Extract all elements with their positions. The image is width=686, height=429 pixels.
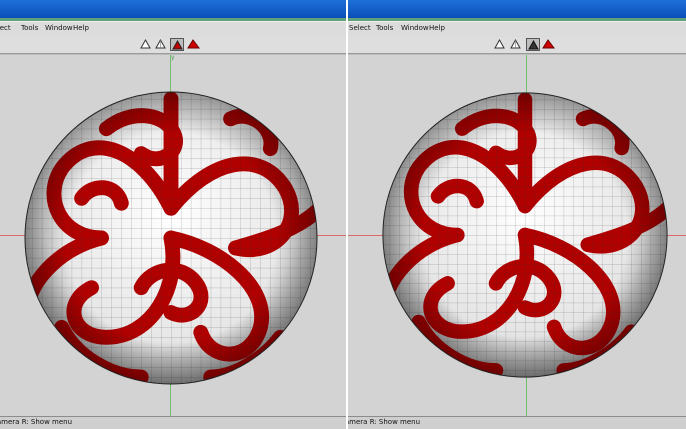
shading-toolbar xyxy=(348,37,686,54)
status-text: Camera R: Show menu xyxy=(0,418,73,426)
3d-viewport[interactable]: y xyxy=(0,54,346,417)
menu-help[interactable]: Help xyxy=(429,24,445,32)
menu-help[interactable]: Help xyxy=(73,24,89,32)
status-text: Camera R: Show menu xyxy=(348,418,421,426)
menu-select[interactable]: Select xyxy=(0,24,11,32)
menu-select[interactable]: Select xyxy=(349,24,371,32)
status-bar: Camera R: Show menu xyxy=(348,416,686,429)
right-viewport-window: Select Tools Window Help Camera R: Show … xyxy=(348,0,686,429)
menu-window[interactable]: Window xyxy=(401,24,429,32)
3d-viewport[interactable] xyxy=(348,54,686,417)
flat-shaded-icon[interactable] xyxy=(526,38,540,51)
textured-sphere xyxy=(24,91,318,385)
solid-shaded-icon[interactable] xyxy=(187,38,200,50)
textured-sphere xyxy=(382,92,668,378)
left-viewport-window: Select Tools Window Help y xyxy=(0,0,346,429)
status-bar: Camera R: Show menu xyxy=(0,416,346,429)
flat-shaded-icon[interactable] xyxy=(170,38,184,51)
solid-shaded-icon[interactable] xyxy=(542,38,555,50)
menu-tools[interactable]: Tools xyxy=(21,24,38,32)
title-bar xyxy=(0,0,346,18)
shading-toolbar xyxy=(0,37,346,54)
wireframe-shaded-icon[interactable] xyxy=(139,38,152,50)
smooth-shaded-icon[interactable] xyxy=(154,38,167,50)
y-axis-label: y xyxy=(171,54,175,61)
wireframe-shaded-icon[interactable] xyxy=(493,38,506,50)
title-bar xyxy=(348,0,686,18)
smooth-shaded-icon[interactable] xyxy=(509,38,522,50)
menu-window[interactable]: Window xyxy=(45,24,73,32)
menu-tools[interactable]: Tools xyxy=(376,24,393,32)
